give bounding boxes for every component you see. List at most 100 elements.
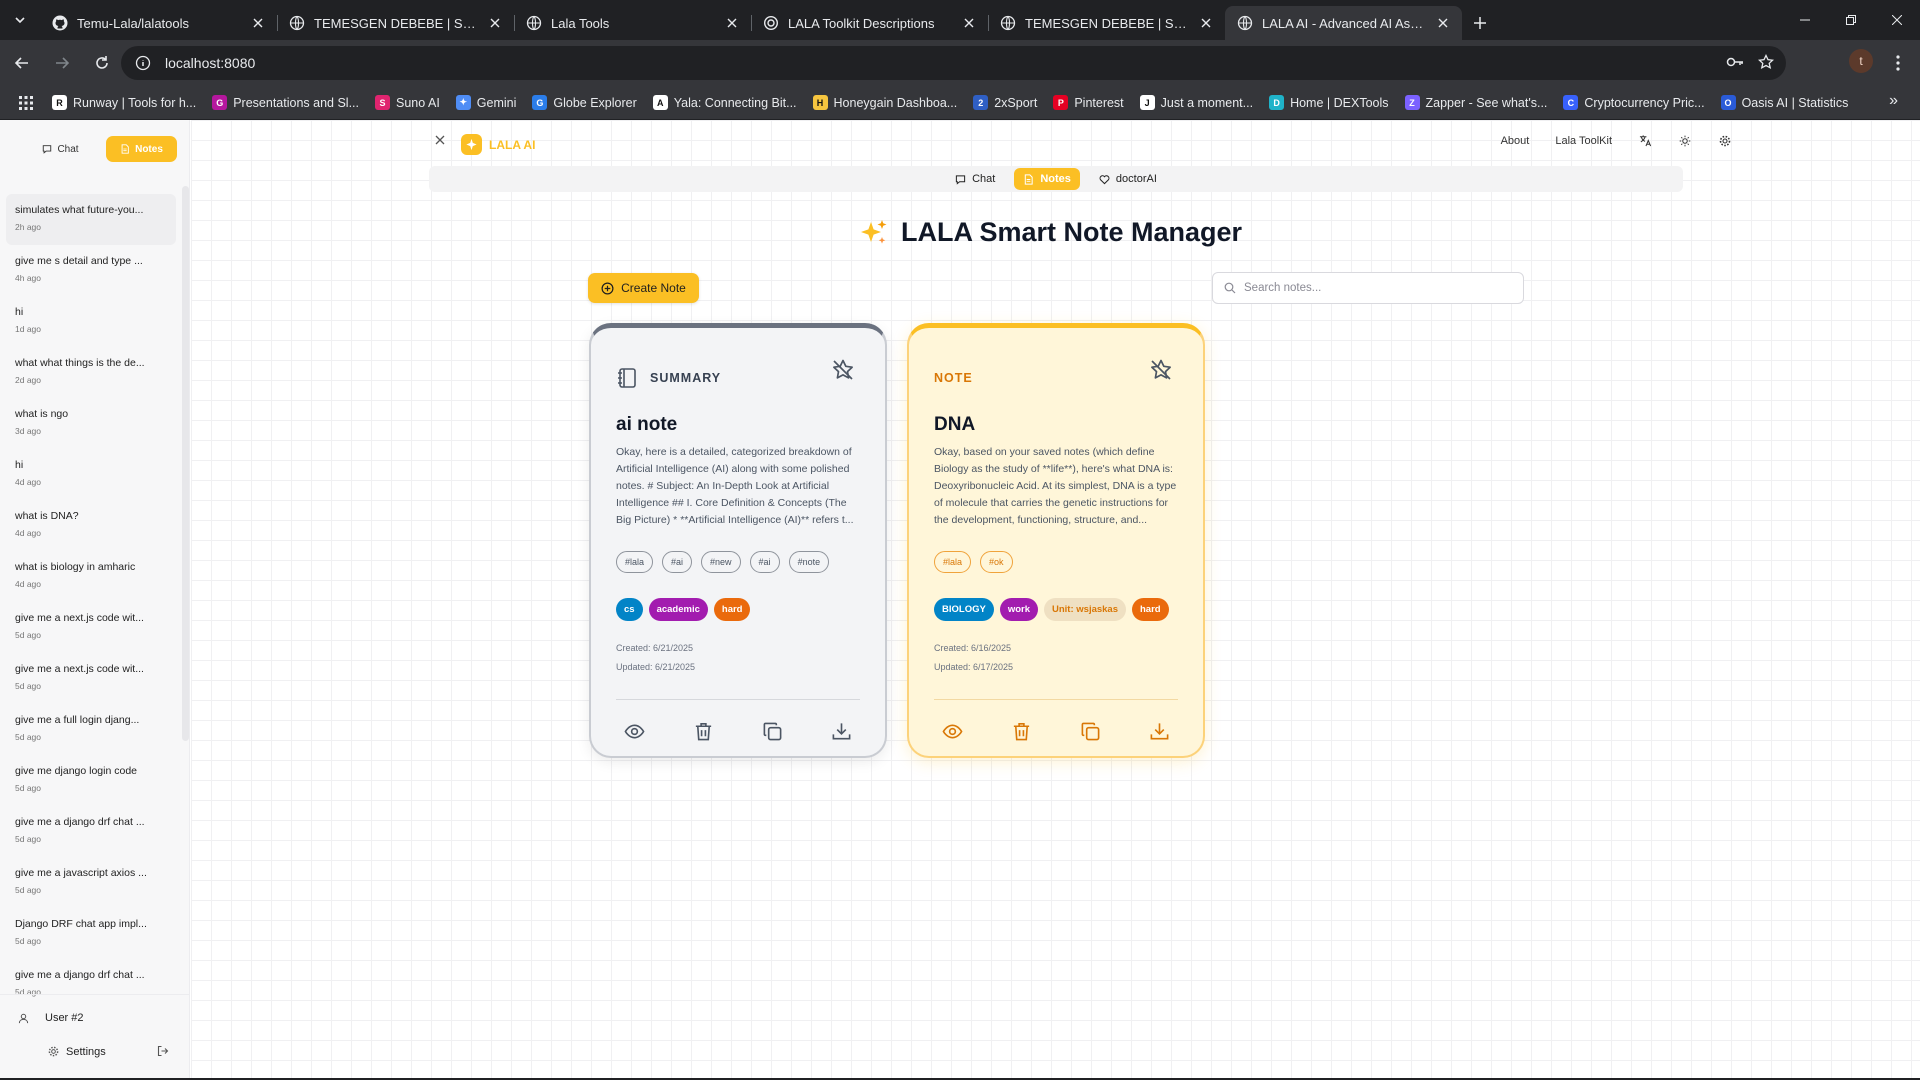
- about-link[interactable]: About: [1501, 135, 1530, 147]
- star-off-icon[interactable]: [831, 358, 855, 382]
- history-item[interactable]: Django DRF chat app impl... 5d ago: [6, 908, 176, 959]
- bookmark-item[interactable]: S Suno AI: [375, 95, 440, 110]
- sidebar-scrollbar[interactable]: [182, 186, 189, 741]
- bookmark-item[interactable]: A Yala: Connecting Bit...: [652, 95, 797, 110]
- forward-button[interactable]: [44, 45, 80, 81]
- toolkit-link[interactable]: Lala ToolKit: [1555, 135, 1612, 147]
- password-key-icon[interactable]: [1726, 55, 1744, 72]
- reload-button[interactable]: [84, 45, 120, 81]
- view-note-button[interactable]: [941, 720, 963, 742]
- category-chip[interactable]: hard: [1132, 598, 1169, 621]
- close-tab-icon[interactable]: [249, 14, 267, 32]
- tab-search-button[interactable]: [0, 0, 40, 40]
- search-notes-input[interactable]: [1244, 282, 1514, 294]
- sidebar-chat-button[interactable]: Chat: [25, 136, 96, 162]
- site-info-icon[interactable]: [133, 53, 153, 73]
- copy-note-button[interactable]: [1080, 720, 1102, 742]
- history-item[interactable]: give me a next.js code wit... 5d ago: [6, 653, 176, 704]
- logout-icon[interactable]: [157, 1045, 169, 1057]
- browser-tab[interactable]: LALA Toolkit Descriptions: [751, 6, 988, 40]
- close-tab-icon[interactable]: [723, 14, 741, 32]
- bookmark-item[interactable]: J Just a moment...: [1139, 95, 1253, 110]
- history-item[interactable]: simulates what future-you... 2h ago: [6, 194, 176, 245]
- bookmark-item[interactable]: Z Zapper - See what's...: [1404, 95, 1547, 110]
- history-item[interactable]: give me django login code 5d ago: [6, 755, 176, 806]
- settings-gear-icon[interactable]: [1718, 135, 1732, 147]
- translate-icon[interactable]: [1638, 134, 1652, 147]
- subnav-notes[interactable]: Notes: [1014, 168, 1080, 190]
- category-chip[interactable]: academic: [648, 598, 708, 621]
- bookmark-item[interactable]: ✦ Gemini: [455, 95, 516, 110]
- bookmark-item[interactable]: G Globe Explorer: [532, 95, 637, 110]
- browser-tab[interactable]: TEMESGEN DEBEBE | Software E: [277, 6, 514, 40]
- browser-tab[interactable]: TEMESGEN DEBEBE | Software E: [988, 6, 1225, 40]
- browser-tab[interactable]: Temu-Lala/lalatools: [40, 6, 277, 40]
- minimize-button[interactable]: [1782, 0, 1828, 40]
- note-card-summary[interactable]: SUMMARY ai note Okay, here is a detailed…: [589, 323, 887, 758]
- sun-theme-icon[interactable]: [1678, 135, 1692, 147]
- history-item[interactable]: give me a django drf chat ... 5d ago: [6, 959, 176, 998]
- subnav-doctorai[interactable]: doctorAI: [1090, 168, 1166, 190]
- close-sidebar-icon[interactable]: [435, 135, 445, 145]
- apps-grid-icon[interactable]: [14, 91, 38, 115]
- bookmark-item[interactable]: G Presentations and Sl...: [212, 95, 359, 110]
- browser-tab[interactable]: Lala Tools: [514, 6, 751, 40]
- history-item[interactable]: hi 1d ago: [6, 296, 176, 347]
- address-bar[interactable]: localhost:8080: [121, 46, 1786, 80]
- copy-note-button[interactable]: [762, 720, 784, 742]
- category-chip[interactable]: cs: [616, 598, 643, 621]
- category-chip[interactable]: Unit: wsjaskas: [1044, 598, 1126, 621]
- bookmark-item[interactable]: O Oasis AI | Statistics: [1720, 95, 1848, 110]
- download-note-button[interactable]: [831, 720, 853, 742]
- history-item[interactable]: give me a django drf chat ... 5d ago: [6, 806, 176, 857]
- browser-menu-button[interactable]: [1886, 46, 1910, 80]
- history-item[interactable]: hi 4d ago: [6, 449, 176, 500]
- bookmark-item[interactable]: H Honeygain Dashboa...: [812, 95, 957, 110]
- download-note-button[interactable]: [1149, 720, 1171, 742]
- hashtag[interactable]: #ai: [662, 551, 693, 573]
- close-tab-icon[interactable]: [1434, 14, 1452, 32]
- close-tab-icon[interactable]: [1197, 14, 1215, 32]
- close-tab-icon[interactable]: [486, 14, 504, 32]
- back-button[interactable]: [4, 45, 40, 81]
- bookmark-item[interactable]: R Runway | Tools for h...: [52, 95, 196, 110]
- history-item[interactable]: give me a next.js code wit... 5d ago: [6, 602, 176, 653]
- hashtag[interactable]: #lala: [616, 551, 654, 573]
- bookmark-star-icon[interactable]: [1757, 53, 1775, 73]
- history-item[interactable]: give me a full login djang... 5d ago: [6, 704, 176, 755]
- restore-button[interactable]: [1828, 0, 1874, 40]
- history-item[interactable]: what is biology in amharic 4d ago: [6, 551, 176, 602]
- settings-row[interactable]: Settings: [0, 1035, 190, 1069]
- hashtag[interactable]: #ok: [980, 551, 1013, 573]
- profile-avatar[interactable]: t: [1849, 49, 1873, 73]
- brand[interactable]: LALA AI: [461, 134, 535, 155]
- hashtag[interactable]: #note: [788, 551, 830, 573]
- delete-note-button[interactable]: [1010, 720, 1032, 742]
- close-tab-icon[interactable]: [960, 14, 978, 32]
- subnav-chat[interactable]: Chat: [946, 168, 1004, 190]
- history-item[interactable]: what is ngo 3d ago: [6, 398, 176, 449]
- hashtag[interactable]: #lala: [934, 551, 972, 573]
- note-card-note[interactable]: NOTE DNA Okay, based on your saved notes…: [907, 323, 1205, 758]
- history-item[interactable]: give me s detail and type ... 4h ago: [6, 245, 176, 296]
- history-item[interactable]: give me a javascript axios ... 5d ago: [6, 857, 176, 908]
- bookmark-item[interactable]: C Cryptocurrency Pric...: [1563, 95, 1705, 110]
- new-tab-button[interactable]: [1462, 6, 1498, 40]
- bookmark-item[interactable]: P Pinterest: [1053, 95, 1124, 110]
- bookmark-item[interactable]: D Home | DEXTools: [1269, 95, 1389, 110]
- category-chip[interactable]: work: [999, 598, 1038, 621]
- history-item[interactable]: what is DNA? 4d ago: [6, 500, 176, 551]
- browser-tab[interactable]: LALA AI - Advanced AI Assistan: [1225, 6, 1462, 40]
- bookmarks-overflow-icon[interactable]: »: [1889, 92, 1898, 110]
- category-chip[interactable]: BIOLOGY: [934, 598, 994, 621]
- hashtag[interactable]: #new: [701, 551, 741, 573]
- user-profile-row[interactable]: User #2: [0, 1001, 190, 1035]
- delete-note-button[interactable]: [692, 720, 714, 742]
- star-off-icon[interactable]: [1149, 358, 1173, 382]
- create-note-button[interactable]: Create Note: [588, 273, 699, 303]
- sidebar-notes-button[interactable]: Notes: [106, 136, 177, 162]
- category-chip[interactable]: hard: [713, 598, 751, 621]
- bookmark-item[interactable]: 2 2xSport: [973, 95, 1037, 110]
- close-window-button[interactable]: [1874, 0, 1920, 40]
- hashtag[interactable]: #ai: [749, 551, 780, 573]
